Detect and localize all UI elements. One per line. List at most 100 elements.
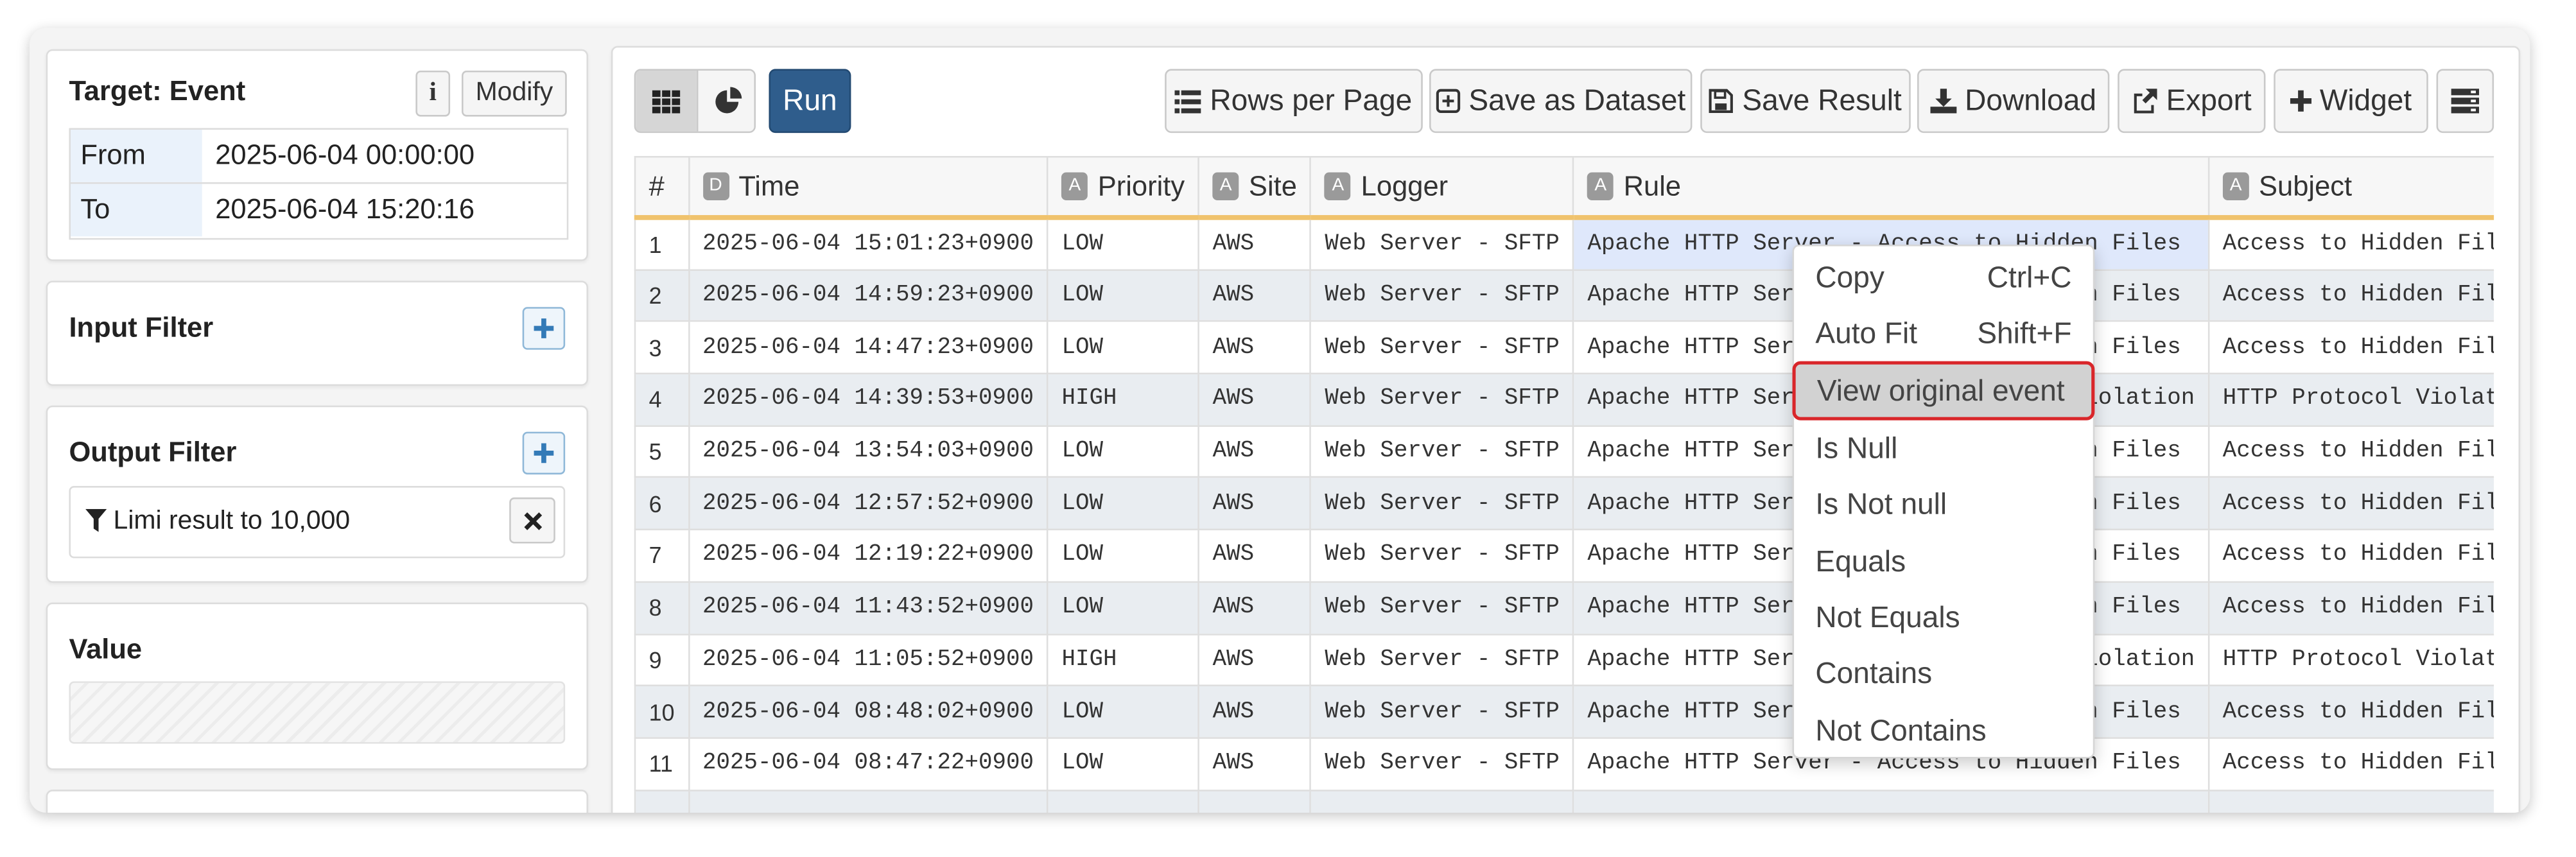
- table-row[interactable]: 1 2025-06-04 15:01:23+0900 LOW AWS Web S…: [634, 216, 2494, 271]
- column-header[interactable]: A Subject: [2207, 155, 2494, 220]
- cell-priority[interactable]: [1047, 789, 1200, 813]
- cell-logger[interactable]: Web Server - SFTP: [1310, 372, 1574, 427]
- cell-site[interactable]: AWS: [1197, 424, 1312, 479]
- cell-time[interactable]: 2025-06-04 11:43:52+0900: [688, 580, 1049, 635]
- cell-site[interactable]: [1197, 789, 1312, 813]
- menu-item-not-contains[interactable]: Not Contains: [1794, 703, 2093, 759]
- cell-time[interactable]: 2025-06-04 14:59:23+0900: [688, 268, 1049, 323]
- menu-item-equals[interactable]: Equals: [1794, 533, 2093, 589]
- cell-logger[interactable]: Web Server - SFTP: [1310, 632, 1574, 687]
- add-output-filter-button[interactable]: [522, 431, 566, 475]
- cell-number[interactable]: [634, 789, 690, 813]
- column-header[interactable]: A Rule: [1572, 155, 2210, 220]
- cell-logger[interactable]: Web Server - SFTP: [1310, 268, 1574, 323]
- cell-site[interactable]: AWS: [1197, 372, 1312, 427]
- table-row[interactable]: 10 2025-06-04 08:48:02+0900 LOW AWS Web …: [634, 684, 2494, 739]
- cell-time[interactable]: 2025-06-04 14:47:23+0900: [688, 320, 1049, 375]
- cell-site[interactable]: AWS: [1197, 632, 1312, 687]
- cell-number[interactable]: 7: [634, 528, 690, 583]
- cell-number[interactable]: 3: [634, 320, 690, 375]
- menu-item-is-not-null[interactable]: Is Not null: [1794, 476, 2093, 532]
- cell-logger[interactable]: Web Server - SFTP: [1310, 424, 1574, 479]
- cell-number[interactable]: 8: [634, 580, 690, 635]
- cell-time[interactable]: [688, 789, 1049, 813]
- cell-subject[interactable]: Access to Hidden Files: [2207, 216, 2494, 271]
- cell-priority[interactable]: LOW: [1047, 580, 1200, 635]
- cell-subject[interactable]: Access to Hidden Files: [2207, 580, 2494, 635]
- cell-time[interactable]: 2025-06-04 11:05:52+0900: [688, 632, 1049, 687]
- menu-item-view-original-event[interactable]: View original event: [1792, 361, 2095, 420]
- cell-number[interactable]: 10: [634, 684, 690, 739]
- cell-subject[interactable]: Access to Hidden Files: [2207, 268, 2494, 323]
- column-header[interactable]: A Site: [1197, 155, 1312, 220]
- cell-rule[interactable]: [1572, 789, 2210, 813]
- table-row[interactable]: [634, 789, 2494, 813]
- cell-time[interactable]: 2025-06-04 13:54:03+0900: [688, 424, 1049, 479]
- modify-button[interactable]: Modify: [461, 70, 567, 117]
- cell-site[interactable]: AWS: [1197, 528, 1312, 583]
- cell-subject[interactable]: HTTP Protocol Violation: [2207, 372, 2494, 427]
- column-header[interactable]: A Logger: [1310, 155, 1574, 220]
- cell-time[interactable]: 2025-06-04 08:48:02+0900: [688, 684, 1049, 739]
- cell-logger[interactable]: Web Server - SFTP: [1310, 528, 1574, 583]
- cell-time[interactable]: 2025-06-04 14:39:53+0900: [688, 372, 1049, 427]
- column-header[interactable]: D Time: [688, 155, 1049, 220]
- remove-filter-button[interactable]: [509, 497, 555, 544]
- cell-priority[interactable]: LOW: [1047, 268, 1200, 323]
- table-row[interactable]: 7 2025-06-04 12:19:22+0900 LOW AWS Web S…: [634, 528, 2494, 583]
- table-row[interactable]: 6 2025-06-04 12:57:52+0900 LOW AWS Web S…: [634, 476, 2494, 531]
- table-row[interactable]: 2 2025-06-04 14:59:23+0900 LOW AWS Web S…: [634, 268, 2494, 323]
- rows-per-page-button[interactable]: Rows per Page: [1165, 69, 1423, 134]
- menu-item-not-equals[interactable]: Not Equals: [1794, 589, 2093, 645]
- cell-logger[interactable]: Web Server - SFTP: [1310, 580, 1574, 635]
- cell-number[interactable]: 11: [634, 737, 690, 791]
- column-header[interactable]: A Priority: [1047, 155, 1200, 220]
- cell-time[interactable]: 2025-06-04 12:19:22+0900: [688, 528, 1049, 583]
- cell-site[interactable]: AWS: [1197, 737, 1312, 791]
- cell-logger[interactable]: Web Server - SFTP: [1310, 684, 1574, 739]
- table-row[interactable]: 11 2025-06-04 08:47:22+0900 LOW AWS Web …: [634, 737, 2494, 791]
- cell-subject[interactable]: HTTP Protocol Violation: [2207, 632, 2494, 687]
- cell-number[interactable]: 9: [634, 632, 690, 687]
- cell-time[interactable]: 2025-06-04 08:47:22+0900: [688, 737, 1049, 791]
- add-input-filter-button[interactable]: [522, 307, 566, 350]
- menu-item-is-null[interactable]: Is Null: [1794, 420, 2093, 476]
- run-button[interactable]: Run: [769, 69, 851, 134]
- cell-subject[interactable]: Access to Hidden Files: [2207, 528, 2494, 583]
- save-as-dataset-button[interactable]: Save as Dataset: [1429, 69, 1693, 134]
- table-row[interactable]: 9 2025-06-04 11:05:52+0900 HIGH AWS Web …: [634, 632, 2494, 687]
- widget-button[interactable]: Widget: [2274, 69, 2428, 134]
- cell-number[interactable]: 2: [634, 268, 690, 323]
- cell-subject[interactable]: Access to Hidden Files: [2207, 737, 2494, 791]
- cell-number[interactable]: 4: [634, 372, 690, 427]
- cell-priority[interactable]: LOW: [1047, 424, 1200, 479]
- column-header[interactable]: #: [634, 155, 690, 220]
- cell-logger[interactable]: Web Server - SFTP: [1310, 320, 1574, 375]
- menu-item-contains[interactable]: Contains: [1794, 645, 2093, 701]
- cell-time[interactable]: 2025-06-04 12:57:52+0900: [688, 476, 1049, 531]
- cell-number[interactable]: 6: [634, 476, 690, 531]
- cell-priority[interactable]: LOW: [1047, 320, 1200, 375]
- download-button[interactable]: Download: [1917, 69, 2110, 134]
- grid-view-button[interactable]: [636, 70, 697, 132]
- cell-time[interactable]: 2025-06-04 15:01:23+0900: [688, 216, 1049, 271]
- cell-number[interactable]: 5: [634, 424, 690, 479]
- cell-logger[interactable]: Web Server - SFTP: [1310, 476, 1574, 531]
- cell-priority[interactable]: LOW: [1047, 737, 1200, 791]
- save-result-button[interactable]: Save Result: [1700, 69, 1911, 134]
- cell-site[interactable]: AWS: [1197, 320, 1312, 375]
- table-row[interactable]: 5 2025-06-04 13:54:03+0900 LOW AWS Web S…: [634, 424, 2494, 479]
- cell-subject[interactable]: Access to Hidden Files: [2207, 476, 2494, 531]
- cell-priority[interactable]: LOW: [1047, 216, 1200, 271]
- cell-subject[interactable]: Access to Hidden Files: [2207, 684, 2494, 739]
- table-row[interactable]: 3 2025-06-04 14:47:23+0900 LOW AWS Web S…: [634, 320, 2494, 375]
- cell-number[interactable]: 1: [634, 216, 690, 271]
- table-row[interactable]: 4 2025-06-04 14:39:53+0900 HIGH AWS Web …: [634, 372, 2494, 427]
- cell-priority[interactable]: HIGH: [1047, 372, 1200, 427]
- cell-logger[interactable]: Web Server - SFTP: [1310, 216, 1574, 271]
- cell-site[interactable]: AWS: [1197, 580, 1312, 635]
- cell-logger[interactable]: [1310, 789, 1574, 813]
- info-button[interactable]: i: [415, 70, 451, 117]
- table-row[interactable]: 8 2025-06-04 11:43:52+0900 LOW AWS Web S…: [634, 580, 2494, 635]
- layout-button[interactable]: [2436, 69, 2494, 134]
